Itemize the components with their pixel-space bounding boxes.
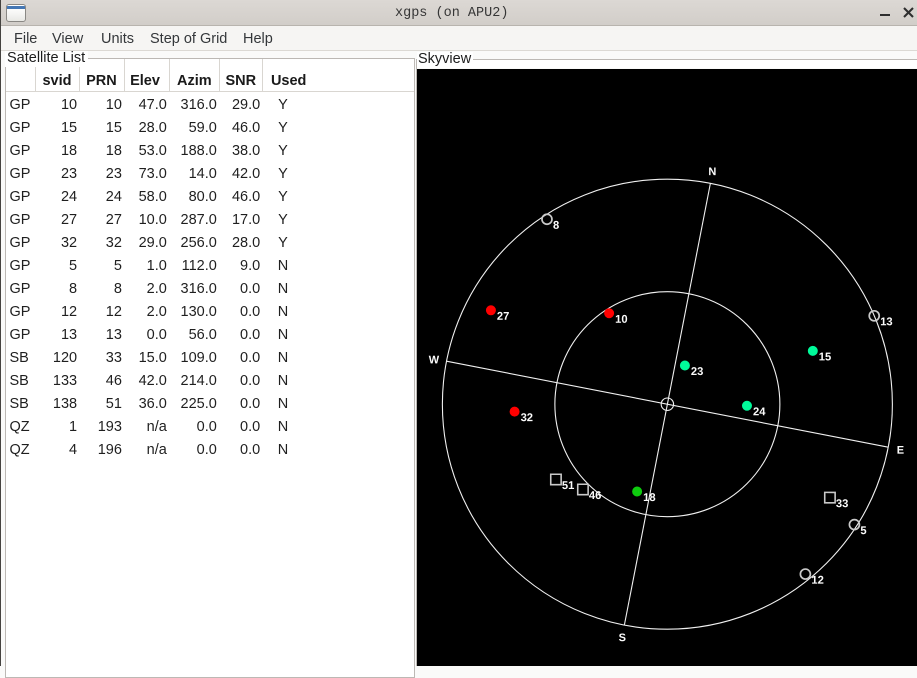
svg-text:12: 12 (811, 574, 823, 586)
svg-text:23: 23 (691, 366, 703, 378)
svg-text:10: 10 (615, 313, 627, 325)
svg-text:5: 5 (860, 525, 866, 537)
svg-text:8: 8 (553, 219, 559, 231)
svg-text:32: 32 (521, 412, 533, 424)
svg-text:S: S (619, 632, 626, 644)
svg-text:13: 13 (880, 316, 892, 328)
svg-text:W: W (429, 354, 440, 366)
svg-text:24: 24 (753, 406, 766, 418)
svg-text:18: 18 (643, 491, 655, 503)
svg-text:51: 51 (562, 479, 574, 491)
svg-text:33: 33 (836, 498, 848, 510)
svg-text:N: N (708, 166, 716, 178)
svg-text:46: 46 (589, 489, 601, 501)
svg-text:E: E (897, 444, 904, 456)
svg-text:27: 27 (497, 310, 509, 322)
svg-text:15: 15 (819, 351, 831, 363)
